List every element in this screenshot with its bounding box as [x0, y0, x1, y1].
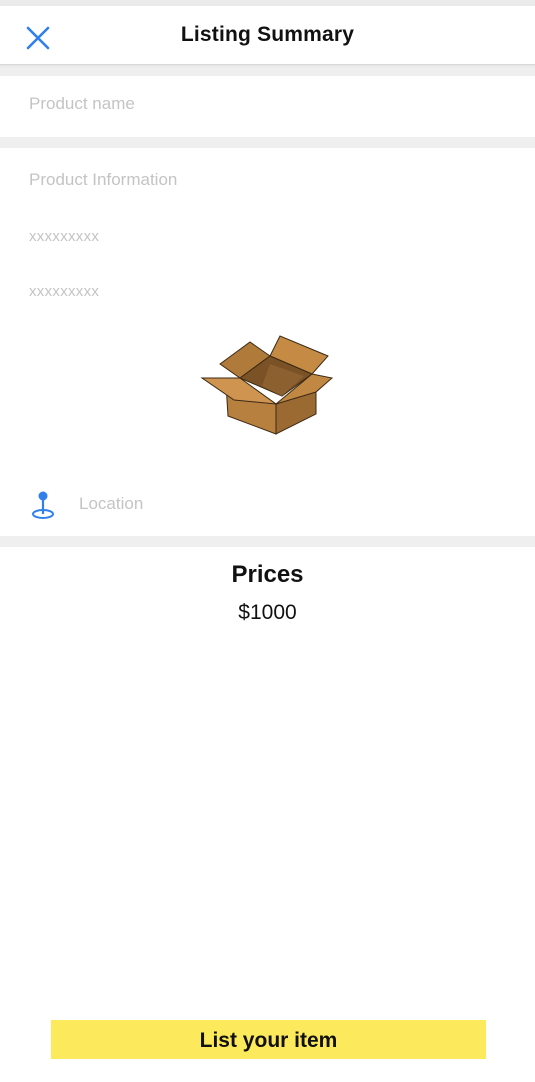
location-pin-icon: [32, 491, 54, 519]
product-info-line: xxxxxxxxx: [29, 228, 100, 245]
product-box-image: [200, 335, 334, 435]
page-title: Listing Summary: [180, 23, 355, 46]
section-divider: [0, 137, 535, 148]
product-name-input[interactable]: [29, 94, 499, 114]
product-name-section: [0, 76, 535, 137]
nav-header: Listing Summary: [0, 6, 535, 65]
location-label: Location: [79, 494, 144, 513]
product-info-line: xxxxxxxxx: [29, 283, 100, 300]
section-divider: [0, 536, 535, 547]
listing-summary-screen: Listing Summary Product Information xxxx…: [0, 0, 535, 1082]
prices-section: Prices $1000: [0, 547, 535, 667]
list-item-button[interactable]: List your item: [51, 1020, 486, 1059]
product-info-section: Product Information xxxxxxxxx xxxxxxxxx: [0, 148, 535, 536]
section-divider: [0, 65, 535, 76]
location-field[interactable]: Location: [0, 478, 535, 528]
product-info-label[interactable]: Product Information: [29, 170, 177, 190]
price-value: $1000: [238, 601, 297, 624]
prices-title: Prices: [231, 561, 304, 588]
